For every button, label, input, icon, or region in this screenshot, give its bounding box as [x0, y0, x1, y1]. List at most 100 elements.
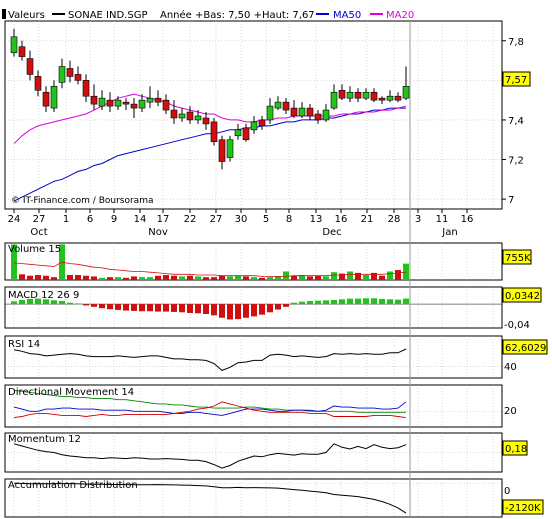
- x-tick-label: 30: [235, 214, 248, 225]
- volume-bar: [227, 276, 233, 280]
- candle-body: [378, 97, 386, 101]
- macd-ytick-label: -0,04: [504, 320, 530, 331]
- ma50-label: MA50: [333, 10, 361, 21]
- candle-body: [194, 115, 202, 121]
- month-label: Nov: [148, 227, 168, 238]
- volume-bar: [195, 276, 201, 280]
- macd-bar: [107, 304, 113, 310]
- macd-bar: [187, 304, 193, 313]
- macd-bar: [339, 299, 345, 305]
- acc-dist-title: Accumulation Distribution: [8, 480, 138, 491]
- candle-body: [66, 68, 74, 77]
- volume-bar: [315, 275, 321, 280]
- macd-bar: [123, 304, 129, 311]
- ma20-label: MA20: [386, 10, 414, 21]
- macd-bar: [395, 299, 401, 305]
- volume-bar: [259, 277, 265, 280]
- x-tick-label: 14: [134, 214, 147, 225]
- volume-bar: [91, 276, 97, 280]
- macd-bar: [235, 304, 241, 320]
- macd-bar: [387, 299, 393, 305]
- candle-body: [322, 109, 330, 121]
- macd-bar: [91, 304, 97, 307]
- volume-bar: [323, 276, 329, 280]
- macd-value-text: 0,0342: [505, 291, 540, 302]
- volume-bar: [139, 277, 145, 280]
- y-tick-label: 7,2: [508, 156, 524, 167]
- price-plot-frame: [4, 20, 503, 210]
- volume-bar: [27, 275, 33, 280]
- x-tick-label: 28: [388, 214, 401, 225]
- volume-bar: [115, 277, 121, 280]
- x-axis: 24 27 1 6 9 14 17 22 27 30 5 8 13 16 21 28 3 11 16Oct Nov De…: [8, 209, 473, 238]
- dmi-title: Directional Movement 14: [8, 387, 134, 398]
- volume-bar: [75, 275, 81, 280]
- macd-bar: [59, 301, 65, 305]
- month-label: Jan: [441, 227, 457, 238]
- macd-bar: [291, 302, 297, 305]
- rsi-title: RSI 14: [8, 339, 40, 350]
- macd-bar: [163, 304, 169, 312]
- rsi-frame: [4, 335, 503, 379]
- volume-bar: [67, 275, 73, 280]
- volume-bar: [243, 276, 249, 280]
- macd-title: MACD 12 26 9: [8, 290, 79, 301]
- macd-bar: [267, 304, 273, 313]
- y-tick-label: 7,8: [508, 37, 524, 48]
- candle-body: [354, 91, 362, 99]
- macd-bar: [299, 301, 305, 305]
- candle-body: [170, 109, 178, 119]
- candle-body: [18, 46, 26, 57]
- macd-bar: [227, 304, 233, 320]
- macd-bar: [371, 298, 377, 305]
- candle-body: [146, 97, 154, 103]
- rsi-ytick-label: 40: [504, 362, 517, 373]
- month-label: Dec: [322, 227, 341, 238]
- candle-body: [98, 97, 106, 107]
- x-tick-label: 27: [210, 214, 223, 225]
- candle-body: [266, 105, 274, 121]
- momentum-value-text: 0,18: [505, 444, 527, 455]
- candle-body: [338, 89, 346, 99]
- macd-bar: [363, 298, 369, 305]
- candle-body: [346, 91, 354, 99]
- volume-bar: [283, 271, 289, 280]
- macd-bar: [379, 298, 385, 305]
- volume-bar: [179, 276, 185, 280]
- x-tick-label: 16: [335, 214, 348, 225]
- volume-bar: [235, 275, 241, 280]
- candle-body: [74, 74, 82, 81]
- macd-bar: [67, 302, 73, 305]
- macd-bar: [307, 301, 313, 305]
- volume-bar: [147, 277, 153, 280]
- candle-body: [250, 121, 258, 131]
- y-tick-label: 7,4: [508, 116, 524, 127]
- candle-body: [106, 99, 114, 107]
- volume-bar: [275, 276, 281, 280]
- price-value-text: 7,57: [505, 75, 527, 86]
- ticker-swatch: [52, 13, 65, 15]
- candle-body: [186, 111, 194, 121]
- year-range-label: Année +Bas: 7,50 +Haut: 7,67: [160, 9, 315, 21]
- volume-bar: [395, 270, 401, 280]
- dmi-panel: Directional Movement 14 20: [4, 384, 517, 428]
- volume-bar: [131, 276, 137, 280]
- candle-body: [162, 99, 170, 111]
- candle-body: [362, 91, 370, 99]
- volume-bar: [211, 277, 217, 280]
- x-tick-label: 8: [286, 214, 292, 225]
- volume-bar: [387, 271, 393, 280]
- volume-bar: [19, 274, 25, 280]
- macd-bar: [179, 304, 185, 313]
- series-marker-icon: [2, 9, 6, 19]
- volume-bar: [35, 275, 41, 280]
- candle-body: [394, 95, 402, 101]
- volume-panel: Volume 15 755K: [4, 242, 532, 281]
- candle-body: [50, 86, 58, 109]
- momentum-panel: Momentum 12 0,18: [4, 432, 528, 473]
- candle-body: [330, 91, 338, 109]
- legend: Valeurs SONAE IND.SGP Année +Bas: 7,50 +…: [2, 9, 414, 21]
- macd-panel: MACD 12 26 9 0,0342 -0,04: [4, 286, 542, 331]
- momentum-title: Momentum 12: [8, 434, 81, 445]
- watermark: © IT-Finance.com / Boursorama: [11, 196, 153, 206]
